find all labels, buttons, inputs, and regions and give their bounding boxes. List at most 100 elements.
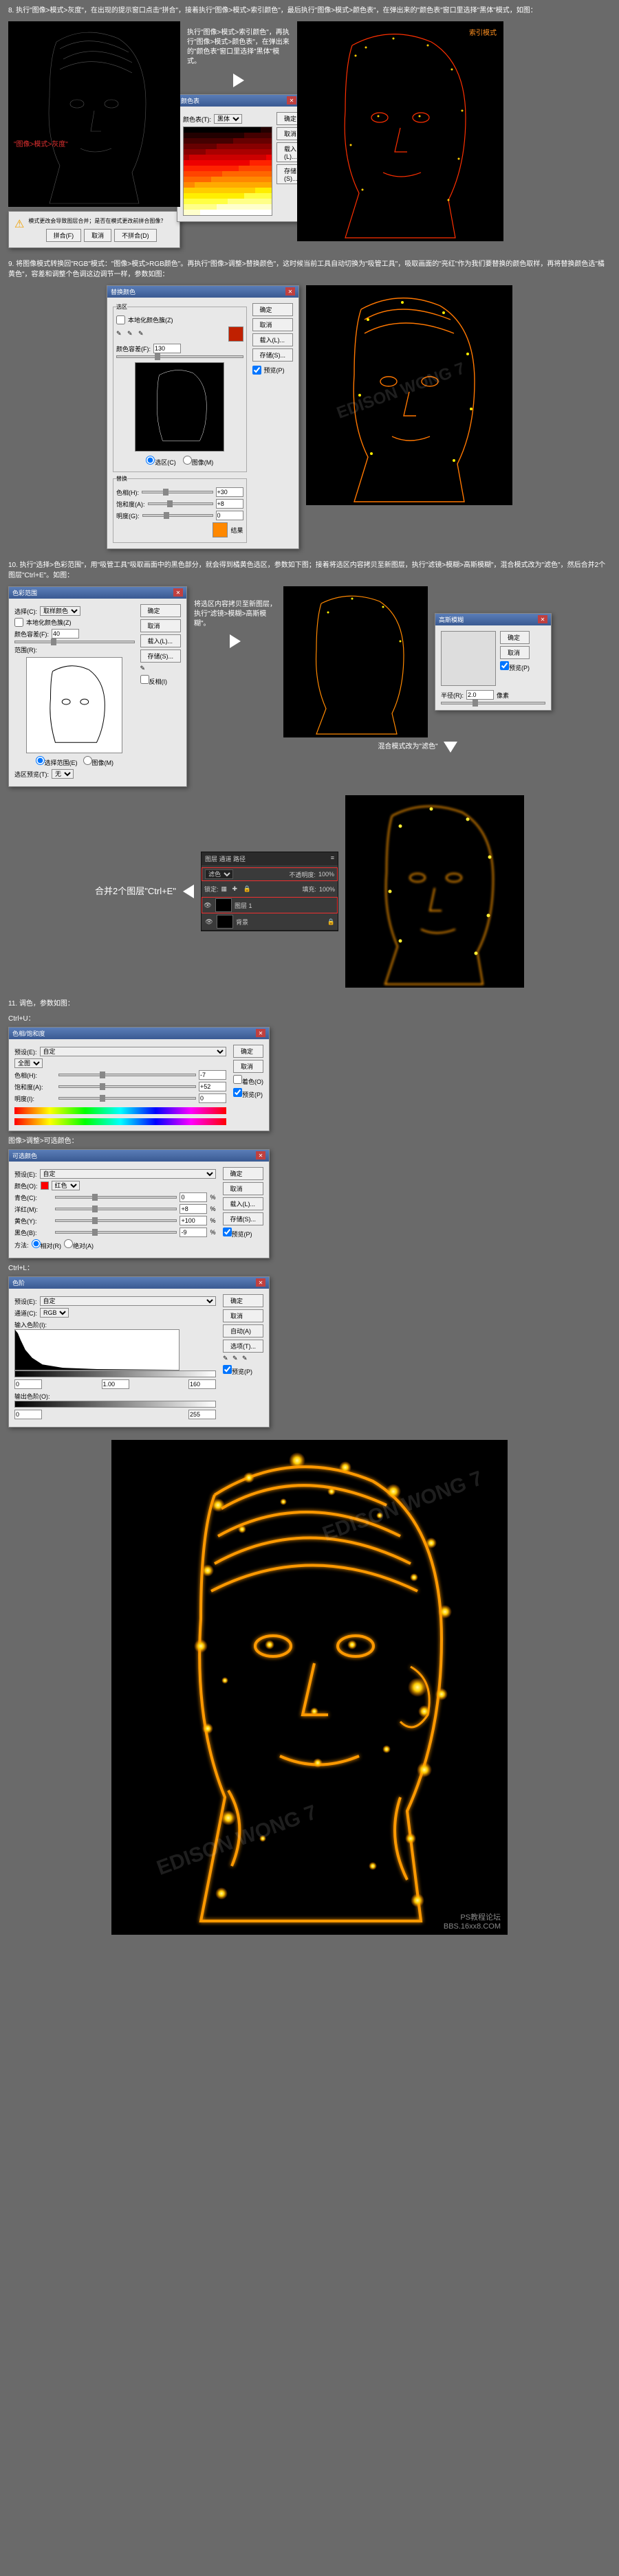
rc-fuzz-val[interactable] [153,344,181,353]
cr-load[interactable]: 载入(L)... [140,634,182,647]
rc-preview-check[interactable] [252,366,261,375]
hs-preset[interactable]: 自定 [40,1047,227,1056]
eyedropper-minus-icon[interactable]: ✎ [138,330,146,338]
rc-fuzz-slider[interactable] [116,355,243,358]
sc-save[interactable]: 存储(S)... [223,1212,264,1225]
cr-fuzz-slider[interactable] [14,641,135,643]
blend-mode-select[interactable]: 滤色 [205,869,233,879]
hs-sat-slider[interactable] [58,1085,196,1088]
sc-blk-slider[interactable] [55,1231,177,1234]
flatten-button[interactable]: 拼合(F) [46,229,82,242]
rc-radio-img[interactable] [183,456,192,465]
eyedropper-black-icon[interactable]: ✎ [223,1355,231,1363]
sc-yel-val[interactable] [180,1216,207,1225]
rc-light-slider[interactable] [142,514,213,517]
lv-out1[interactable] [14,1410,42,1419]
eyedropper-icon[interactable]: ✎ [140,665,149,673]
panel-menu-icon[interactable]: ≡ [331,854,334,863]
lv-auto[interactable]: 自动(A) [223,1324,263,1337]
lv-preset[interactable]: 自定 [40,1296,217,1306]
lock-position-icon[interactable]: ✚ [232,885,240,893]
lv-options[interactable]: 选项(T)... [223,1340,263,1353]
lv-in1[interactable] [14,1379,42,1389]
cr-ok[interactable]: 确定 [140,604,182,617]
gauss-ok[interactable]: 确定 [500,631,530,644]
sc-cyan-val[interactable] [180,1192,207,1202]
cr-fuzz-val[interactable] [52,629,79,639]
lv-in2[interactable] [102,1379,129,1389]
levels-output-gradient[interactable] [14,1401,216,1408]
hs-sat-val[interactable] [199,1082,226,1091]
close-icon[interactable]: ✕ [538,615,547,623]
sc-load[interactable]: 载入(L)... [223,1197,264,1210]
hs-hue-val[interactable] [199,1070,226,1080]
eyedropper-icon[interactable]: ✎ [116,330,124,338]
color-table-grid[interactable] [183,126,272,216]
gauss-preview-check[interactable] [500,661,509,670]
gauss-cancel[interactable]: 取消 [500,646,530,659]
hs-cancel[interactable]: 取消 [233,1060,263,1073]
opacity-val[interactable]: 100% [318,871,334,878]
cr-invert[interactable] [140,675,149,684]
rc-hue-val[interactable] [216,487,243,497]
cr-localized[interactable] [14,618,23,627]
levels-input-gradient[interactable] [14,1370,216,1377]
sc-mag-val[interactable] [180,1204,207,1214]
lv-preview[interactable] [223,1365,232,1374]
cr-preview-select[interactable]: 无 [52,769,74,779]
hs-colorize[interactable] [233,1075,242,1084]
lv-channel[interactable]: RGB [40,1308,69,1318]
sc-preview[interactable] [223,1228,232,1236]
alert-cancel-button[interactable]: 取消 [84,229,111,242]
eyedropper-plus-icon[interactable]: ✎ [127,330,135,338]
sc-yel-slider[interactable] [55,1219,177,1222]
close-icon[interactable]: ✕ [285,287,295,296]
close-icon[interactable]: ✕ [256,1029,265,1037]
lock-all-icon[interactable]: 🔒 [243,885,251,893]
rc-localized-check[interactable] [116,315,125,324]
lv-out2[interactable] [188,1410,216,1419]
close-icon[interactable]: ✕ [256,1278,265,1287]
fill-val[interactable]: 100% [319,886,335,893]
sc-abs[interactable] [64,1239,73,1248]
hs-master[interactable]: 全图 [14,1058,43,1068]
close-icon[interactable]: ✕ [173,588,183,597]
lock-pixels-icon[interactable]: ▦ [221,885,229,893]
lv-ok[interactable]: 确定 [223,1294,263,1307]
hs-hue-slider[interactable] [58,1074,196,1076]
rc-sample-swatch[interactable] [228,326,243,342]
rc-radio-sel[interactable] [146,456,155,465]
cr-radio-img[interactable] [83,756,92,765]
cr-radio-sel[interactable] [36,756,45,765]
rc-load[interactable]: 载入(L)... [252,333,294,346]
ct-mode-select[interactable]: 黑体 [214,114,242,124]
eye-icon[interactable]: 👁 [204,917,214,926]
close-icon[interactable]: ✕ [287,96,296,104]
sc-cyan-slider[interactable] [55,1196,177,1199]
layer-row-bg[interactable]: 👁背景🔒 [202,913,338,931]
rc-light-val[interactable] [216,511,243,520]
hs-light-slider[interactable] [58,1097,196,1100]
rc-ok[interactable]: 确定 [252,303,294,316]
rc-sat-slider[interactable] [148,502,213,505]
gauss-slider[interactable] [441,702,545,704]
eye-icon[interactable]: 👁 [203,900,213,910]
hs-preview[interactable] [233,1088,242,1097]
hs-ok[interactable]: 确定 [233,1045,263,1058]
layers-tabs[interactable]: 图层 通道 路径 [205,854,246,863]
rc-save[interactable]: 存储(S)... [252,348,294,362]
cr-save[interactable]: 存储(S)... [140,649,182,663]
sc-colors[interactable]: 红色 [52,1181,80,1190]
sc-ok[interactable]: 确定 [223,1167,264,1180]
rc-result-swatch[interactable] [213,522,228,537]
gauss-radius-val[interactable] [466,690,494,700]
rc-hue-slider[interactable] [142,491,213,493]
sc-blk-val[interactable] [180,1228,207,1237]
sc-cancel[interactable]: 取消 [223,1182,264,1195]
lv-in3[interactable] [188,1379,216,1389]
rc-sat-val[interactable] [216,499,243,509]
eyedropper-white-icon[interactable]: ✎ [242,1355,250,1363]
eyedropper-gray-icon[interactable]: ✎ [232,1355,241,1363]
rc-cancel[interactable]: 取消 [252,318,294,331]
cr-select[interactable]: 取样颜色 [40,606,80,616]
